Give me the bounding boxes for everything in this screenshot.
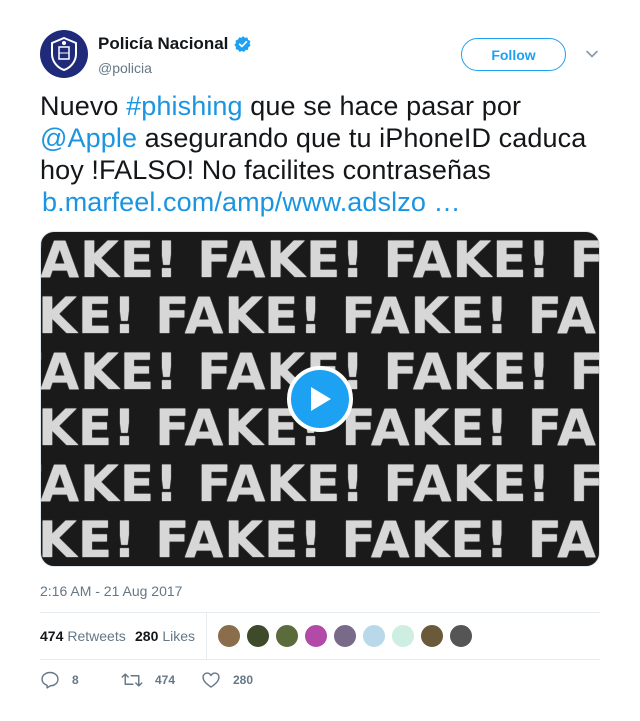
- retweets-count: 474: [40, 628, 64, 644]
- display-name[interactable]: Policía Nacional: [98, 34, 228, 54]
- text-segment: Nuevo: [40, 91, 127, 121]
- tweet-actions: 8 474 280: [40, 670, 600, 694]
- liker-avatar[interactable]: [217, 624, 241, 648]
- user-info: Policía Nacional @policia: [98, 34, 252, 76]
- liker-avatar[interactable]: [333, 624, 357, 648]
- heart-icon: [202, 672, 220, 688]
- play-button[interactable]: [287, 366, 353, 432]
- likes-stat[interactable]: 280 Likes: [135, 628, 195, 644]
- likes-count: 280: [135, 628, 159, 644]
- police-badge-icon: [51, 37, 77, 71]
- reply-count: 8: [72, 673, 79, 687]
- mention-link[interactable]: @Apple: [40, 123, 137, 153]
- tweet-timestamp[interactable]: 2:16 AM - 21 Aug 2017: [40, 583, 182, 599]
- liker-avatar[interactable]: [420, 624, 444, 648]
- hashtag-link[interactable]: #phishing: [126, 91, 243, 121]
- retweet-count: 474: [155, 673, 176, 687]
- reply-icon: [41, 671, 59, 689]
- retweets-label: Retweets: [67, 628, 126, 644]
- like-button[interactable]: 280: [201, 670, 253, 690]
- verified-badge-icon: [234, 36, 251, 53]
- liker-avatar[interactable]: [391, 624, 415, 648]
- liker-avatar[interactable]: [362, 624, 386, 648]
- liker-avatar[interactable]: [275, 624, 299, 648]
- video-player[interactable]: FAKE! FAKE! FAKE! FAKE! FAKE! FAKE! FAKE…: [40, 231, 600, 567]
- fake-text-row: FAKE! FAKE! FAKE! FAKE!: [40, 455, 600, 513]
- follow-button[interactable]: Follow: [461, 38, 566, 71]
- user-handle[interactable]: @policia: [98, 60, 252, 76]
- reply-button[interactable]: 8: [40, 670, 79, 690]
- play-icon: [311, 387, 331, 411]
- stats-divider: [206, 613, 207, 659]
- like-count: 280: [233, 673, 254, 687]
- avatar[interactable]: [40, 30, 88, 78]
- fake-text-row: FAKE! FAKE! FAKE! FAKE!: [40, 511, 599, 567]
- likes-label: Likes: [162, 628, 196, 644]
- retweet-button[interactable]: 474: [121, 670, 175, 690]
- liker-avatar[interactable]: [449, 624, 473, 648]
- tweet-text: Nuevo #phishing que se hace pasar por @A…: [40, 90, 600, 218]
- liker-avatar[interactable]: [246, 624, 270, 648]
- liker-avatar[interactable]: [304, 624, 328, 648]
- tweet-header: Policía Nacional @policia Follow: [40, 30, 600, 82]
- url-link[interactable]: b.marfeel.com/amp/www.adslzo …: [42, 187, 461, 217]
- chevron-down-icon[interactable]: [584, 46, 600, 62]
- tweet: Policía Nacional @policia Follow Nuevo #…: [40, 30, 600, 689]
- fake-text-row: FAKE! FAKE! FAKE! FAKE!: [40, 287, 599, 345]
- text-segment: que se hace pasar por: [242, 91, 522, 121]
- retweets-stat[interactable]: 474 Retweets: [40, 628, 126, 644]
- name-row: Policía Nacional: [98, 34, 252, 54]
- fake-text-row: FAKE! FAKE! FAKE! FAKE!: [40, 231, 600, 289]
- retweet-icon: [121, 673, 143, 687]
- tweet-stats: 474 Retweets 280 Likes: [40, 612, 600, 660]
